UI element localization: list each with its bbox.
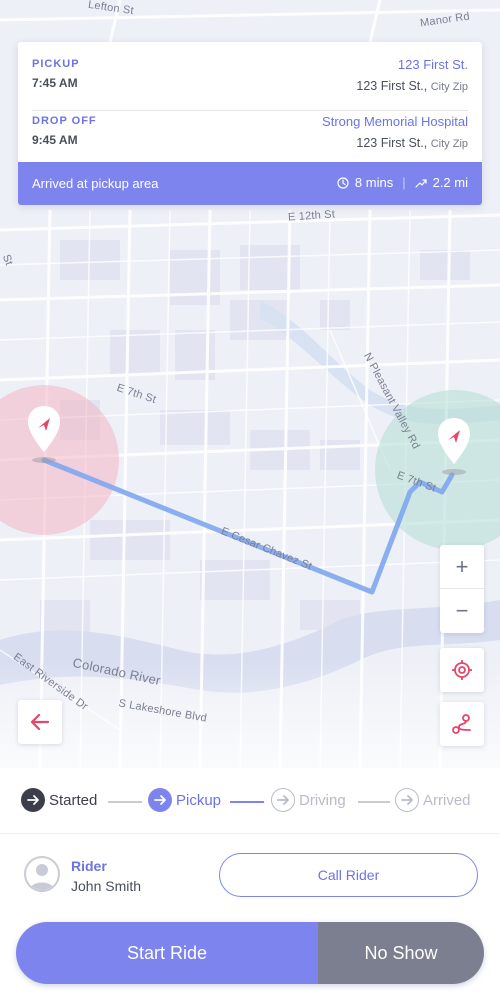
- step-connector: [230, 801, 264, 803]
- avatar: [24, 856, 60, 892]
- ride-action-bar: Start Ride No Show: [16, 922, 484, 984]
- start-ride-button[interactable]: Start Ride: [16, 922, 318, 984]
- pickup-address: 123 First St., City Zip: [356, 79, 468, 93]
- location-pin-icon: [438, 418, 470, 475]
- arrow-right-icon: [148, 788, 172, 812]
- rider-name: John Smith: [71, 878, 142, 894]
- rider-section: Rider John Smith Call Rider: [0, 834, 500, 914]
- step-arrived: Arrived: [395, 788, 471, 812]
- step-label: Started: [49, 791, 98, 809]
- route-button[interactable]: [440, 702, 484, 746]
- route-icon: [452, 714, 471, 734]
- step-label: Arrived: [423, 791, 471, 809]
- step-started: Started: [21, 788, 97, 812]
- dropoff-city: City Zip: [430, 138, 468, 150]
- user-icon: [30, 864, 54, 890]
- arrow-right-icon: [21, 788, 45, 812]
- dropoff-street: 123 First St.,: [356, 136, 428, 150]
- no-show-button[interactable]: No Show: [318, 922, 484, 984]
- pickup-time: 7:45 AM: [32, 76, 78, 90]
- pickup-pin[interactable]: [26, 404, 62, 464]
- pickup-street: 123 First St.,: [356, 79, 428, 93]
- dropoff-place[interactable]: Strong Memorial Hospital: [322, 114, 468, 129]
- clock-icon: [337, 176, 349, 189]
- arrow-right-icon: [271, 788, 295, 812]
- step-label: Driving: [299, 791, 346, 809]
- trip-duration: 8 mins: [354, 175, 394, 190]
- step-label: Pickup: [176, 791, 222, 809]
- dropoff-time: 9:45 AM: [32, 133, 78, 147]
- step-pickup: Pickup: [148, 788, 221, 812]
- trip-metrics: 8 mins | 2.2 mi: [337, 175, 468, 190]
- trip-status-bar: Arrived at pickup area 8 mins | 2.2 mi: [18, 162, 482, 205]
- rider-role: Rider: [71, 858, 107, 874]
- trend-icon: [414, 178, 427, 188]
- arrow-left-icon: [30, 713, 50, 731]
- pickup-row: PICKUP 7:45 AM 123 First St. 123 First S…: [32, 54, 468, 108]
- pickup-label: PICKUP: [32, 58, 80, 70]
- dropoff-label: DROP OFF: [32, 115, 97, 127]
- back-button[interactable]: [18, 700, 62, 744]
- crosshair-icon: [452, 660, 472, 680]
- ride-progress-steps: Started Pickup Driving Arrived: [0, 768, 500, 834]
- zoom-controls: + −: [440, 545, 484, 633]
- pickup-city: City Zip: [430, 81, 468, 93]
- arrow-right-icon: [395, 788, 419, 812]
- trip-distance: 2.2 mi: [432, 175, 468, 190]
- step-connector: [108, 801, 142, 803]
- zoom-out-button[interactable]: −: [440, 589, 484, 633]
- dropoff-row: DROP OFF 9:45 AM Strong Memorial Hospita…: [32, 110, 468, 164]
- pickup-place[interactable]: 123 First St.: [398, 57, 468, 72]
- step-driving: Driving: [271, 788, 346, 812]
- status-text: Arrived at pickup area: [32, 176, 159, 191]
- locate-me-button[interactable]: [440, 648, 484, 692]
- trip-summary-card: PICKUP 7:45 AM 123 First St. 123 First S…: [18, 42, 482, 205]
- call-rider-button[interactable]: Call Rider: [219, 853, 478, 897]
- dropoff-pin[interactable]: [436, 416, 472, 476]
- dropoff-address: 123 First St., City Zip: [356, 136, 468, 150]
- divider: |: [402, 175, 406, 190]
- location-pin-icon: [28, 406, 60, 463]
- step-connector: [358, 801, 390, 803]
- zoom-in-button[interactable]: +: [440, 545, 484, 589]
